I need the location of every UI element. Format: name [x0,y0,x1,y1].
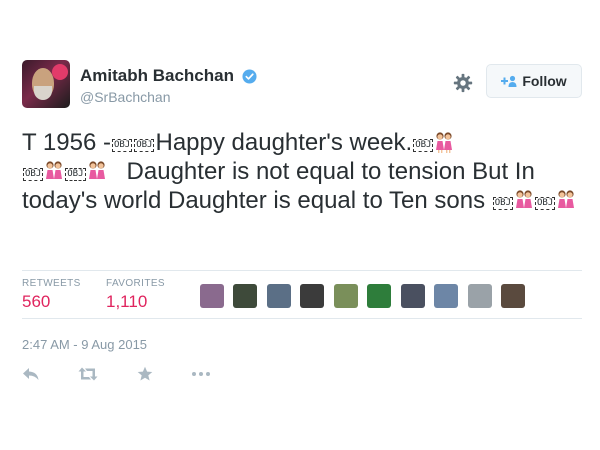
gear-icon[interactable] [452,72,474,94]
retweet-icon[interactable] [78,367,98,381]
favorites-stat[interactable]: FAVORITES 1,110 [106,278,165,312]
favoriter-avatar[interactable] [266,284,291,308]
obj-placeholder: OBJ [65,168,86,181]
user-info: Amitabh Bachchan @SrBachchan [80,66,257,105]
favoriters-list [200,284,530,313]
retweets-count: 560 [22,292,51,311]
girls-emoji-icon [88,161,105,179]
obj-placeholder: OBJ [111,139,133,152]
girls-emoji-icon [436,132,453,153]
favoriter-avatar[interactable] [467,284,492,308]
tweet-prefix: T 1956 - [22,129,111,156]
avatar-beard [34,86,52,100]
reply-icon[interactable] [22,367,40,381]
divider [22,318,582,319]
verified-icon [242,68,257,84]
tweet-timestamp[interactable]: 2:47 AM - 9 Aug 2015 [22,337,147,352]
obj-placeholder: OBJ [134,139,155,152]
favoriter-avatar[interactable] [400,284,425,308]
more-icon[interactable] [191,371,211,377]
follow-label: Follow [522,73,567,89]
obj-placeholder: OBJ [413,139,434,152]
favoriter-avatar[interactable] [333,284,358,308]
favoriter-avatar[interactable] [434,284,459,308]
user-name[interactable]: Amitabh Bachchan [80,66,234,86]
tweet-text: T 1956 - OBJ OBJ Happy daughter's week. OBJ … [22,128,582,215]
divider [22,270,582,271]
favoriter-avatar[interactable] [367,284,392,308]
retweets-stat[interactable]: RETWEETS 560 [22,278,81,312]
obj-placeholder: OBJ [23,168,44,181]
favorite-icon[interactable] [137,366,153,382]
retweets-label: RETWEETS [22,278,81,289]
obj-placeholder: OBJ [492,197,514,210]
girls-emoji-icon [558,190,575,208]
favoriter-avatar[interactable] [233,284,258,308]
follow-button[interactable]: Follow [486,64,582,98]
favoriter-avatar[interactable] [200,284,224,308]
follow-person-icon [501,75,517,87]
tweet-stats: RETWEETS 560 FAVORITES 1,110 [22,278,582,318]
tweet-actions [22,365,245,383]
tweet-part1: Happy daughter's week. [155,129,413,156]
user-handle[interactable]: @SrBachchan [80,89,257,105]
favoriter-avatar[interactable] [300,284,325,308]
tweet: Amitabh Bachchan @SrBachchan Follow T 19… [22,60,582,381]
favoriter-avatar[interactable] [501,284,526,308]
girls-emoji-icon [46,161,63,179]
avatar[interactable] [22,60,70,108]
tweet-header: Amitabh Bachchan @SrBachchan Follow [22,60,582,116]
favorites-count: 1,110 [106,292,148,311]
girls-emoji-icon [516,190,533,208]
favorites-label: FAVORITES [106,278,165,289]
obj-placeholder: OBJ [535,197,556,210]
avatar-badge [52,64,68,80]
